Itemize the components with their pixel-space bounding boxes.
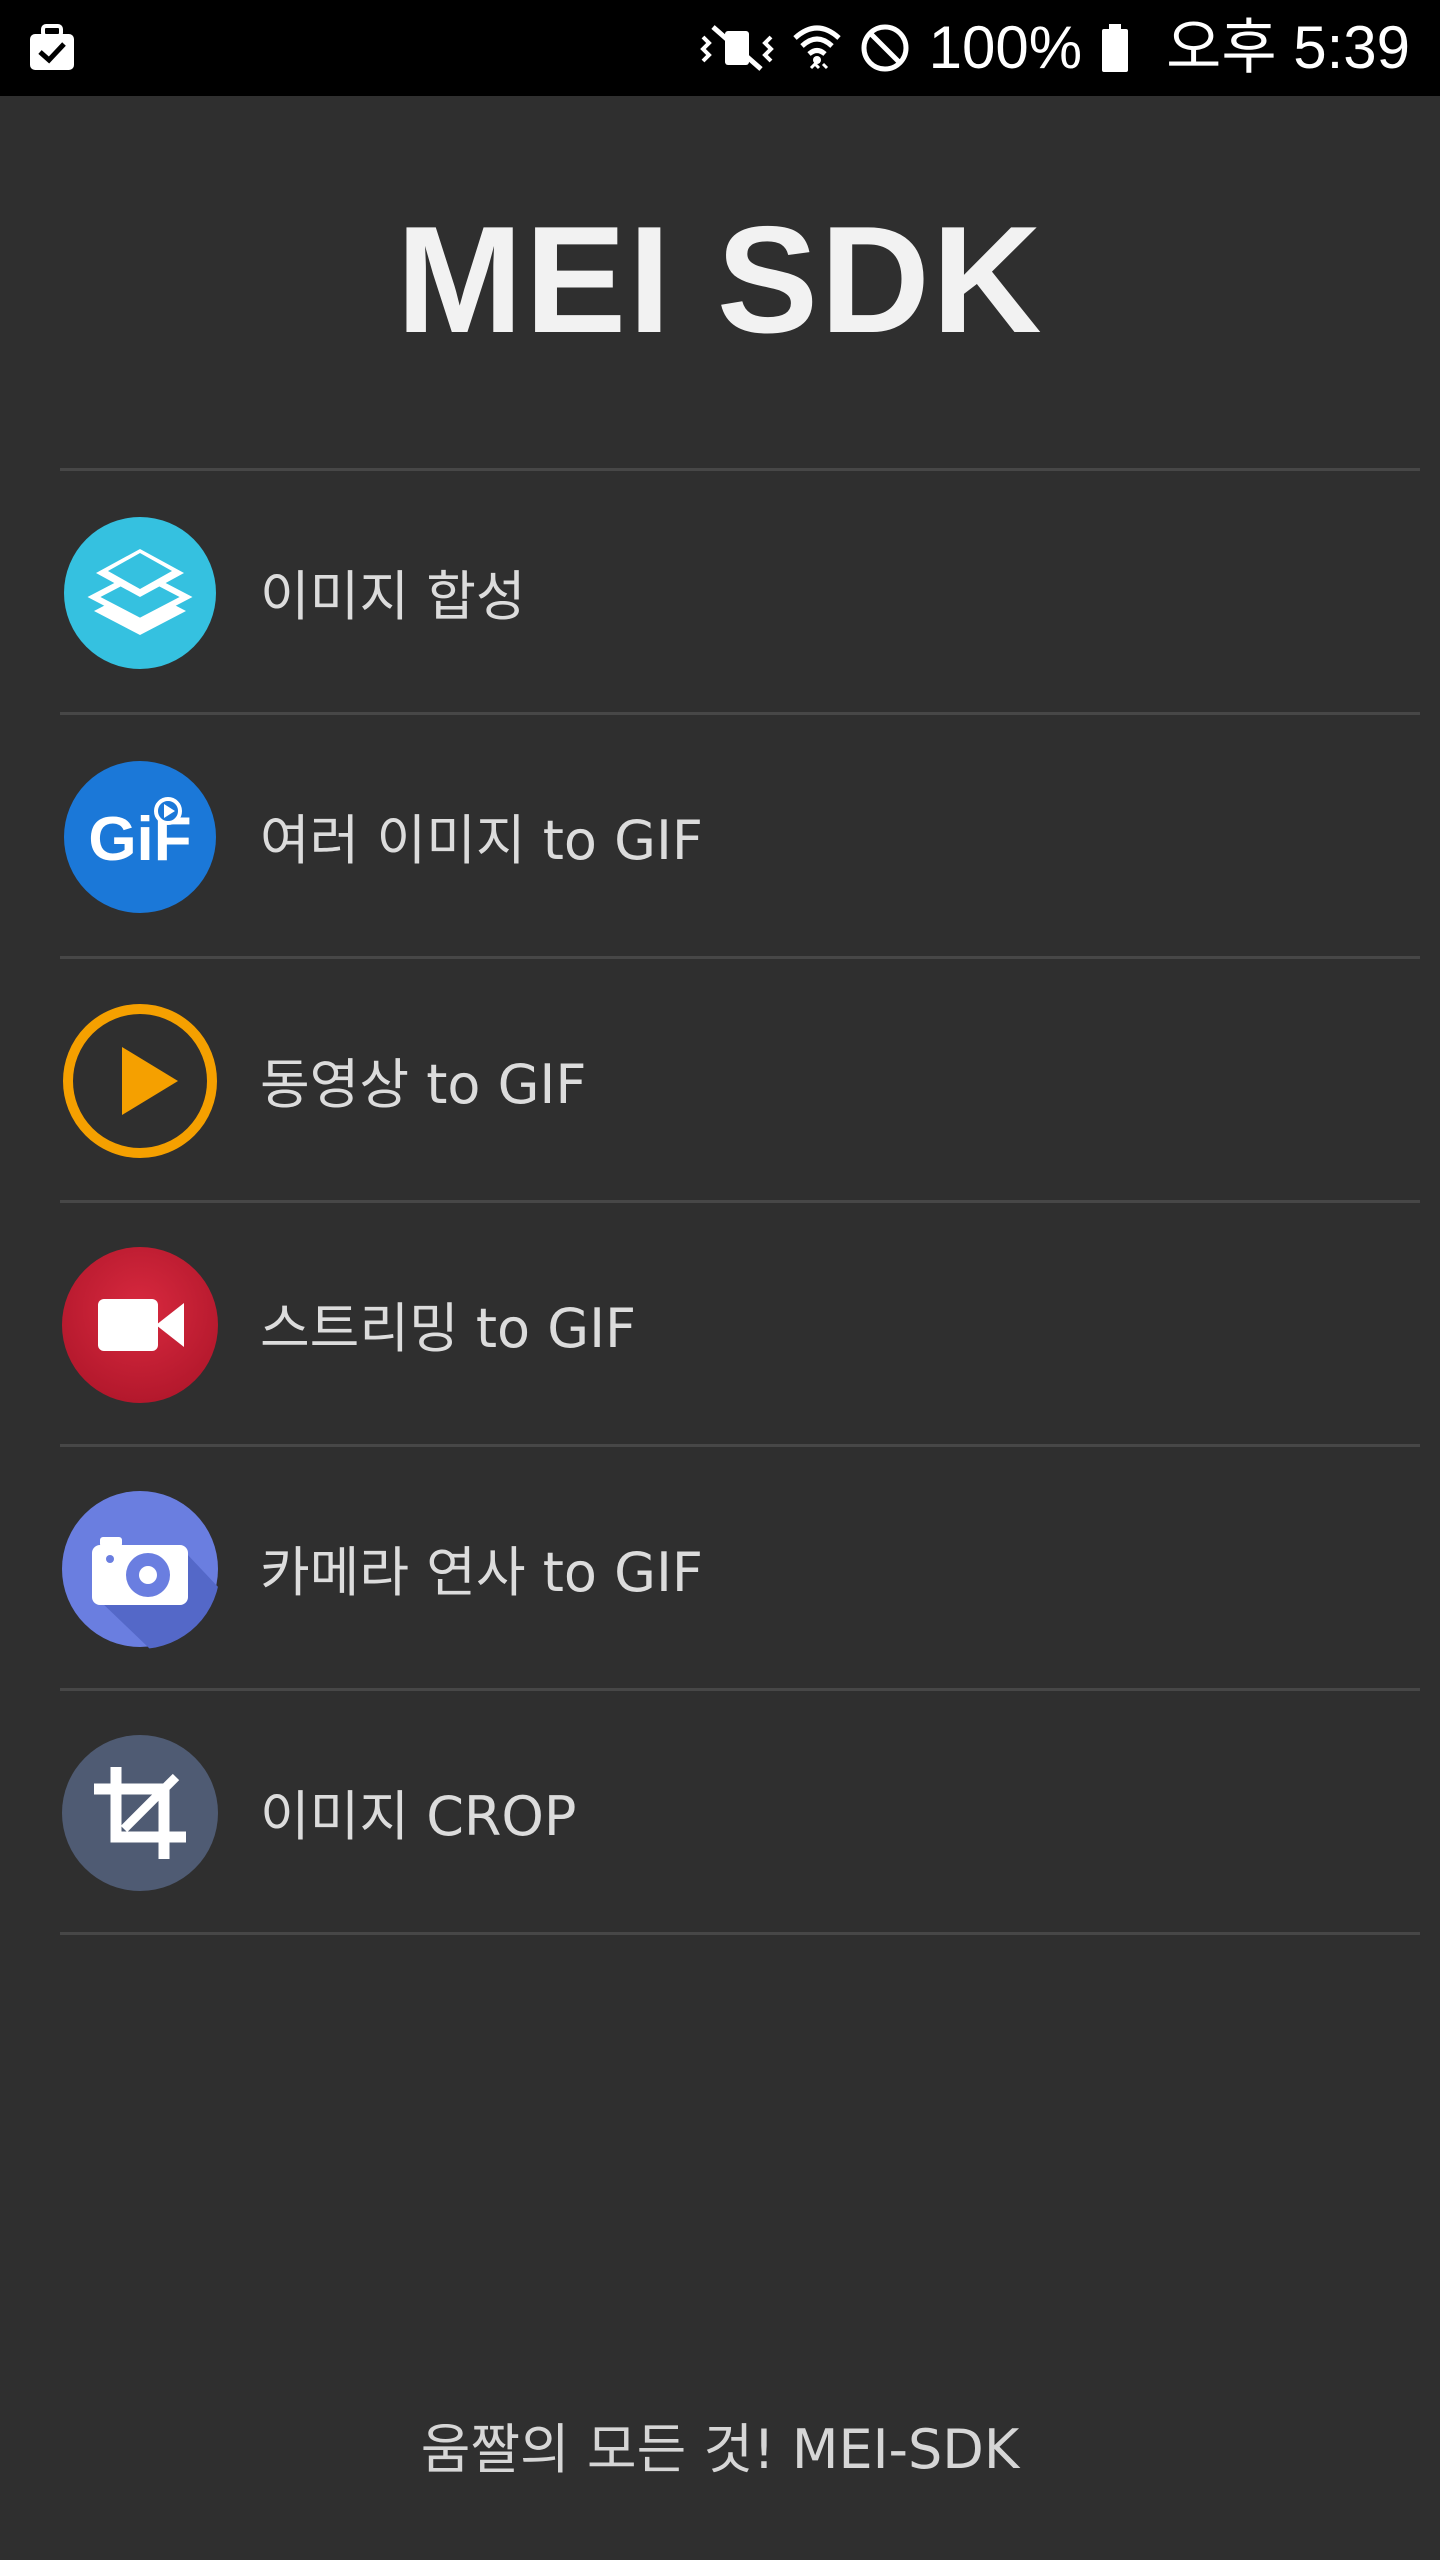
menu-item-video-to-gif[interactable]: 동영상 to GIF xyxy=(60,959,1420,1200)
wifi-icon xyxy=(792,22,841,74)
briefcase-check-icon xyxy=(26,22,78,74)
menu-item-burst-to-gif[interactable]: 카메라 연사 to GIF xyxy=(60,1447,1420,1688)
status-bar: 100% 오후 5:39 xyxy=(0,0,1440,96)
menu-item-label: 이미지 CROP xyxy=(260,1785,577,1848)
video-camera-icon xyxy=(60,1245,220,1405)
gif-icon: GiF xyxy=(60,757,220,917)
page-title: MEI SDK xyxy=(396,195,1044,365)
layers-icon xyxy=(60,513,220,673)
footer-tagline: 움짤의 모든 것! MEI-SDK xyxy=(420,2418,1020,2481)
menu-item-image-crop[interactable]: 이미지 CROP xyxy=(60,1691,1420,1932)
vibrate-mute-icon xyxy=(699,23,775,73)
app-screen: 100% 오후 5:39 MEI SDK 이미지 합성 GiF 여러 이미지 t… xyxy=(0,0,1440,2560)
menu-list: 이미지 합성 GiF 여러 이미지 to GIF 동영상 to GIF 스트리밍… xyxy=(60,468,1420,1935)
menu-item-image-compose[interactable]: 이미지 합성 xyxy=(60,471,1420,712)
menu-item-label: 여러 이미지 to GIF xyxy=(260,809,703,872)
menu-item-label: 카메라 연사 to GIF xyxy=(260,1541,703,1604)
menu-item-label: 스트리밍 to GIF xyxy=(260,1297,637,1360)
camera-icon xyxy=(60,1489,220,1649)
battery-icon xyxy=(1100,22,1130,74)
menu-item-images-to-gif[interactable]: GiF 여러 이미지 to GIF xyxy=(60,715,1420,956)
crop-icon xyxy=(60,1733,220,1893)
block-icon xyxy=(859,22,911,74)
play-icon xyxy=(60,1001,220,1161)
battery-percent: 100% xyxy=(928,14,1083,81)
menu-item-streaming-to-gif[interactable]: 스트리밍 to GIF xyxy=(60,1203,1420,1444)
clock: 오후 5:39 xyxy=(1166,14,1410,81)
divider xyxy=(60,1932,1420,1935)
menu-item-label: 동영상 to GIF xyxy=(260,1053,587,1116)
status-icons: 100% 오후 5:39 xyxy=(699,0,1410,96)
menu-item-label: 이미지 합성 xyxy=(260,565,526,628)
